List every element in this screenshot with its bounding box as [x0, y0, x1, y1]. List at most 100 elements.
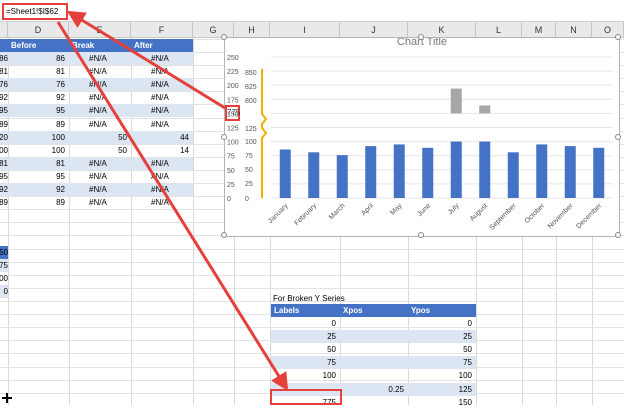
table-cell[interactable]: #N/A	[131, 52, 193, 65]
table-cell[interactable]: #N/A	[69, 78, 131, 92]
break-bar-august[interactable]	[479, 105, 491, 114]
resize-handle-tm[interactable]	[418, 34, 424, 40]
table-cell[interactable]: 100	[8, 144, 69, 157]
table-cell[interactable]: 95	[0, 170, 8, 183]
header-before[interactable]: Before	[8, 39, 69, 52]
column-header-i[interactable]: I	[270, 22, 340, 38]
table-cell[interactable]: #N/A	[69, 65, 131, 78]
table-cell[interactable]: 20	[0, 130, 8, 144]
table-cell[interactable]	[340, 356, 408, 370]
bar-september[interactable]	[507, 152, 519, 198]
table-cell[interactable]: 75	[0, 259, 8, 273]
table-cell[interactable]: #N/A	[69, 118, 131, 131]
table-cell[interactable]: 89	[0, 196, 8, 209]
table-cell[interactable]: #N/A	[69, 170, 131, 183]
column-header-e[interactable]: E	[69, 22, 131, 38]
table-cell[interactable]	[340, 317, 408, 330]
header-break[interactable]: Break	[69, 39, 131, 52]
resize-handle-bm[interactable]	[418, 232, 424, 238]
bar-january[interactable]	[279, 149, 291, 198]
table-cell[interactable]: 76	[8, 78, 69, 92]
header-after[interactable]: After	[131, 39, 193, 52]
table-cell[interactable]: 50	[271, 343, 340, 356]
table-cell[interactable]: 100	[408, 369, 476, 382]
table-cell[interactable]	[340, 343, 408, 356]
table-cell[interactable]: 81	[8, 156, 69, 170]
formula-bar[interactable]: =Sheet1!$I$62	[0, 0, 624, 22]
table-cell[interactable]: 92	[8, 183, 69, 196]
table-cell[interactable]: #N/A	[131, 65, 193, 78]
column-header-n[interactable]: N	[556, 22, 592, 38]
table-cell[interactable]: 00	[0, 272, 8, 286]
header-ypos[interactable]: Ypos	[408, 304, 476, 317]
table-cell[interactable]: 95	[0, 104, 8, 118]
table-cell[interactable]: 0	[408, 317, 476, 330]
table-cell[interactable]: #N/A	[131, 118, 193, 131]
table-cell[interactable]: #N/A	[69, 183, 131, 196]
resize-handle-br[interactable]	[615, 232, 621, 238]
bar-may[interactable]	[393, 144, 405, 198]
table-cell[interactable]: 0	[271, 317, 340, 330]
bar-october[interactable]	[536, 144, 548, 198]
table-cell[interactable]: #N/A	[69, 52, 131, 65]
resize-handle-mr[interactable]	[615, 134, 621, 140]
table-cell[interactable]: 50	[69, 130, 131, 144]
table-cell[interactable]: #N/A	[69, 156, 131, 170]
bar-april[interactable]	[365, 146, 377, 198]
table-cell[interactable]: #N/A	[69, 91, 131, 104]
table-cell[interactable]: #N/A	[131, 78, 193, 92]
table-cell[interactable]: 81	[0, 65, 8, 78]
break-bar-july[interactable]	[450, 88, 462, 114]
column-header-h[interactable]: H	[234, 22, 270, 38]
header-xpos[interactable]: Xpos	[340, 304, 408, 317]
table-cell[interactable]: 75	[271, 356, 340, 370]
table-cell[interactable]: 81	[0, 156, 8, 170]
table-cell[interactable]: 95	[8, 104, 69, 118]
column-header-j[interactable]: J	[340, 22, 408, 38]
table-cell[interactable]: 86	[0, 52, 8, 65]
table-cell[interactable]: 89	[8, 196, 69, 209]
bar-august[interactable]	[479, 141, 491, 198]
table-cell[interactable]: #N/A	[69, 104, 131, 118]
column-header-d[interactable]: D	[8, 22, 69, 38]
bar-november[interactable]	[564, 146, 576, 198]
table-cell[interactable]: 86	[8, 52, 69, 65]
table-cell[interactable]: 25	[408, 330, 476, 344]
table-cell[interactable]: 00	[0, 144, 8, 157]
column-header-g[interactable]: G	[193, 22, 234, 38]
table-cell[interactable]: 0	[0, 285, 8, 299]
table-cell[interactable]: #N/A	[131, 156, 193, 170]
table-cell[interactable]	[340, 330, 408, 344]
table-cell[interactable]: 75	[408, 356, 476, 370]
column-header-c[interactable]	[0, 22, 8, 38]
bar-march[interactable]	[336, 155, 348, 198]
table-cell[interactable]: 92	[8, 91, 69, 104]
table-cell[interactable]: 100	[271, 369, 340, 382]
bar-june[interactable]	[422, 147, 434, 198]
table-cell[interactable]: 81	[8, 65, 69, 78]
bar-december[interactable]	[593, 147, 605, 198]
column-header-l[interactable]: L	[476, 22, 522, 38]
table-cell[interactable]	[340, 369, 408, 382]
bar-february[interactable]	[308, 152, 320, 198]
table-cell[interactable]: 89	[0, 118, 8, 131]
table-cell[interactable]: 44	[131, 130, 193, 144]
resize-handle-tr[interactable]	[615, 34, 621, 40]
table-cell[interactable]: 50	[408, 343, 476, 356]
column-header-m[interactable]: M	[522, 22, 556, 38]
table-cell[interactable]: #N/A	[69, 196, 131, 209]
table-cell[interactable]: 92	[0, 91, 8, 104]
resize-handle-bl[interactable]	[221, 232, 227, 238]
table-cell[interactable]: #N/A	[131, 196, 193, 209]
table-cell[interactable]: #N/A	[131, 183, 193, 196]
table-cell[interactable]: 0.25	[340, 382, 408, 396]
column-header-f[interactable]: F	[131, 22, 193, 38]
table-cell[interactable]: 50	[0, 246, 8, 259]
table-cell[interactable]: 25	[271, 330, 340, 344]
table-cell[interactable]: #N/A	[131, 91, 193, 104]
selected-axis-label[interactable]: 775	[227, 108, 240, 117]
header-labels[interactable]: Labels	[271, 304, 340, 317]
table-cell[interactable]: 76	[0, 78, 8, 92]
table-cell[interactable]: 50	[69, 144, 131, 157]
table-cell[interactable]: 125	[408, 382, 476, 396]
